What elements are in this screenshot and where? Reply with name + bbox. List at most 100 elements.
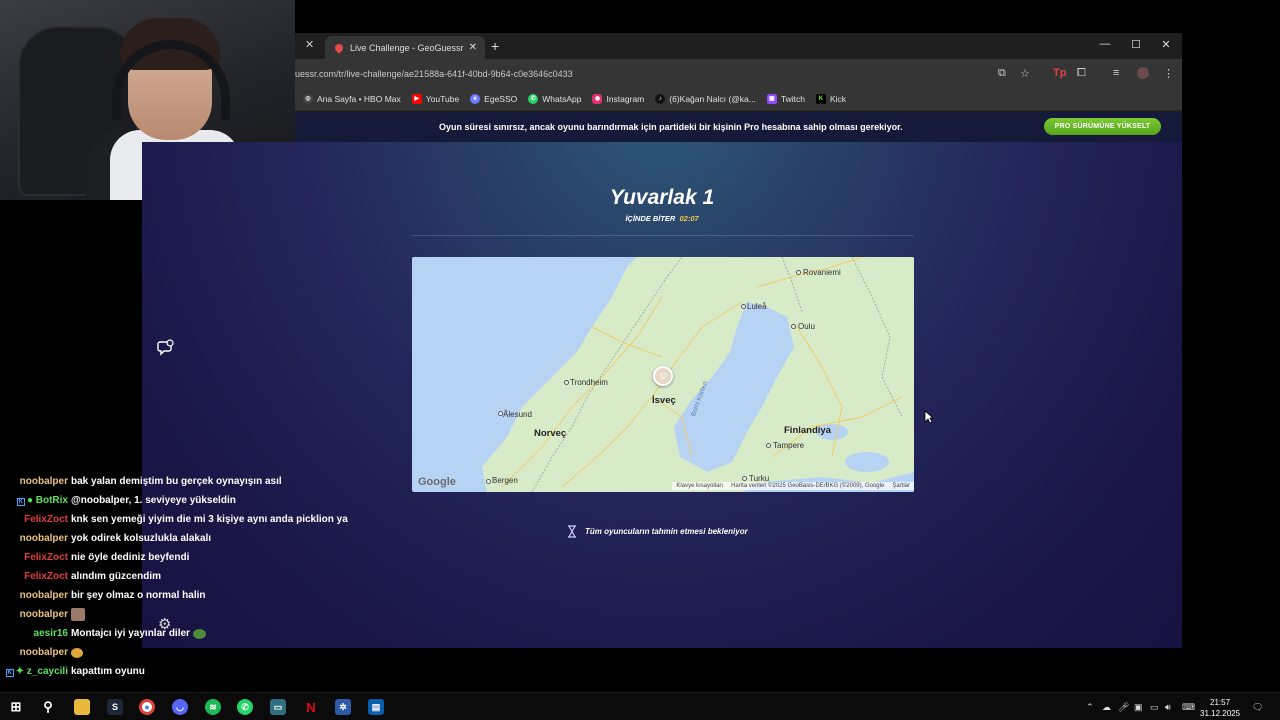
chat-message: FelixZoct alındım güzcendim	[0, 567, 161, 586]
network-icon[interactable]: ▭	[1150, 702, 1159, 713]
new-tab-button[interactable]: +	[491, 38, 499, 54]
chat-message: FelixZoct knk sen yemeği yiyim die mi 3 …	[0, 510, 348, 529]
chat-message: noobalper bak yalan demiştim bu gerçek o…	[0, 472, 282, 491]
clock-date: 31.12.2025	[1200, 709, 1241, 718]
bookmark-twitch[interactable]: ▣ Twitch	[766, 93, 805, 104]
chat-message: noobalper	[0, 605, 85, 624]
chat-bubble-icon[interactable]	[157, 338, 175, 356]
label-lulea: Luleå	[747, 302, 767, 311]
label-tampere: Tampere	[773, 441, 805, 450]
windows-taskbar: ⊞ ⚲ S ● ◡ ≋ ✆ ▭ N ✲ ▤ ⌃ ☁ 🎤︎ ▣ ▭ 🔊︎ ⌨ 21…	[0, 692, 1280, 720]
twitch-icon: ▣	[766, 93, 777, 104]
system-clock[interactable]: 21:57 31.12.2025	[1200, 697, 1240, 719]
player-avatar-marker[interactable]: ☺	[653, 366, 673, 386]
spotify-icon[interactable]: ≋	[205, 699, 221, 715]
chat-username: FelixZoct	[24, 552, 68, 563]
chat-message: FelixZoct nie öyle dediniz beyfendi	[0, 548, 189, 567]
platform-badge-icon: K	[5, 669, 14, 677]
bookmark-hbo[interactable]: ◎ Ana Sayfa • HBO Max	[303, 93, 401, 104]
settings-app-icon[interactable]: ✲	[335, 699, 351, 715]
whatsapp-icon[interactable]: ✆	[237, 699, 253, 715]
search-icon[interactable]: ⚲	[40, 699, 56, 715]
bookmark-tiktok[interactable]: ♪ (6)Kağan Nalcı (@ka...	[655, 93, 756, 104]
upgrade-pro-button[interactable]: PRO SÜRÜMÜNE YÜKSELT	[1044, 118, 1161, 135]
tray-chevron-icon[interactable]: ⌃	[1086, 702, 1094, 713]
file-explorer-icon[interactable]	[74, 699, 90, 715]
mouse-cursor-icon	[924, 410, 934, 424]
app-icon[interactable]: ▭	[270, 699, 286, 715]
bookmark-youtube[interactable]: ▶ YouTube	[411, 93, 459, 104]
discord-icon[interactable]: ◡	[172, 699, 188, 715]
terms-link[interactable]: Şartlar	[892, 483, 910, 489]
onedrive-icon[interactable]: ☁	[1102, 702, 1111, 713]
close-window-button[interactable]: ✕	[1151, 38, 1181, 51]
city-dot	[741, 304, 746, 309]
whatsapp-icon: ✆	[528, 93, 539, 104]
egesso-icon: e	[470, 93, 481, 104]
map-data-text: Harita verileri ©2025 GeoBasis-DE/BKG (©…	[731, 483, 885, 489]
url-input[interactable]: uessr.com/tr/live-challenge/ae21588a-641…	[295, 69, 573, 79]
chat-username: noobalper	[19, 590, 68, 601]
tray-app-icon[interactable]: ▣	[1134, 702, 1143, 713]
install-app-icon[interactable]: ⧉	[998, 67, 1006, 80]
keyboard-shortcuts-link[interactable]: Klavye kısayolları	[676, 483, 723, 489]
chat-username: aesir16	[33, 628, 68, 639]
chat-username: K ✦ z_caycili	[5, 666, 68, 677]
bookmark-star-icon[interactable]: ☆	[1020, 67, 1030, 80]
hbo-icon: ◎	[303, 93, 313, 104]
emote-image	[71, 647, 83, 658]
map-attribution: Klavye kısayolları Harita verileri ©2025…	[672, 482, 914, 490]
guess-map[interactable]: Rovaniemi Luleå Oulu Trondheim İsveç Åle…	[412, 257, 914, 492]
city-dot	[796, 270, 801, 275]
label-trondheim: Trondheim	[570, 378, 608, 387]
label-oulu: Oulu	[798, 322, 815, 331]
bookmark-egesso[interactable]: e EgeSSO	[470, 93, 517, 104]
volume-icon[interactable]: 🔊︎	[1165, 702, 1171, 713]
chat-message: aesir16 Montajcı iyi yayınlar diler	[0, 624, 206, 643]
bookmark-instagram[interactable]: ◉ Instagram	[592, 93, 644, 104]
extensions-puzzle-icon[interactable]: ⧠	[1077, 67, 1086, 80]
extension-tp-icon[interactable]: Tp	[1053, 67, 1066, 79]
chat-username: noobalper	[19, 609, 68, 620]
menu-dots-icon[interactable]: ⋮	[1163, 67, 1174, 80]
windows-start-icon[interactable]: ⊞	[8, 699, 24, 715]
label-isvec: İsveç	[652, 395, 676, 406]
chat-text: alındım güzcendim	[71, 571, 162, 582]
keyboard-icon[interactable]: ⌨	[1182, 702, 1195, 713]
app-window-icon[interactable]: ▤	[368, 699, 384, 715]
notification-icon[interactable]: 🗨︎	[1252, 702, 1263, 713]
divider	[412, 235, 914, 236]
media-control-icon[interactable]: ≡	[1113, 67, 1119, 79]
clock-time: 21:57	[1210, 698, 1231, 707]
tab-geoguessr[interactable]: Live Challenge - GeoGuessr ✕	[325, 36, 485, 59]
close-icon[interactable]: ✕	[305, 38, 314, 51]
chat-username: noobalper	[19, 533, 68, 544]
chat-message: noobalper bir şey olmaz o normal halin	[0, 586, 206, 605]
microphone-icon[interactable]: 🎤︎	[1118, 702, 1129, 713]
instagram-icon: ◉	[592, 93, 603, 104]
profile-avatar[interactable]	[1137, 67, 1149, 79]
label-norvec: Norveç	[534, 428, 567, 439]
chat-text: knk sen yemeği yiyim die mi 3 kişiye ayn…	[71, 514, 348, 525]
minimize-button[interactable]: —	[1090, 38, 1120, 50]
netflix-icon[interactable]: N	[303, 699, 319, 715]
city-dot	[564, 380, 569, 385]
steam-icon[interactable]: S	[107, 699, 123, 715]
geoguessr-pin-icon	[333, 41, 345, 54]
bookmarks-bar: ◎ Ana Sayfa • HBO Max ▶ YouTube e EgeSSO ✆ W…	[295, 87, 1182, 111]
google-logo: Google	[418, 476, 456, 488]
maximize-button[interactable]: ☐	[1121, 38, 1151, 51]
tab-title: Live Challenge - GeoGuessr	[350, 42, 464, 53]
bookmark-kick[interactable]: K Kick	[815, 93, 846, 104]
bookmark-whatsapp[interactable]: ✆ WhatsApp	[528, 93, 581, 104]
star-badge-icon: ✦	[15, 666, 25, 677]
chrome-icon[interactable]: ●	[139, 699, 155, 715]
chat-username: FelixZoct	[24, 514, 68, 525]
chat-username: noobalper	[19, 476, 68, 487]
timer-label: İÇİNDE BİTER	[625, 214, 676, 223]
timer: İÇİNDE BİTER 02:07	[142, 214, 1182, 223]
close-tab-icon[interactable]: ✕	[469, 42, 477, 53]
city-dot	[742, 476, 747, 481]
stream-chat: noobalper bak yalan demiştim bu gerçek o…	[0, 472, 360, 692]
chat-username: FelixZoct	[24, 571, 68, 582]
